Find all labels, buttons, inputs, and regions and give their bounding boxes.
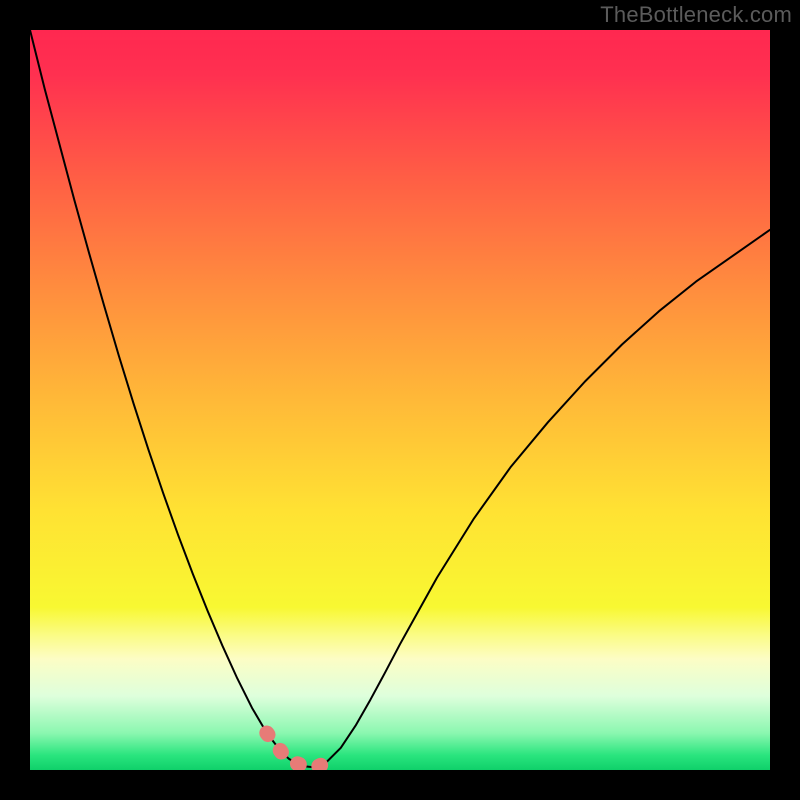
chart-svg [30,30,770,770]
watermark-text: TheBottleneck.com [600,2,792,28]
plot-area [30,30,770,770]
chart-frame: TheBottleneck.com [0,0,800,800]
gradient-background [30,30,770,770]
